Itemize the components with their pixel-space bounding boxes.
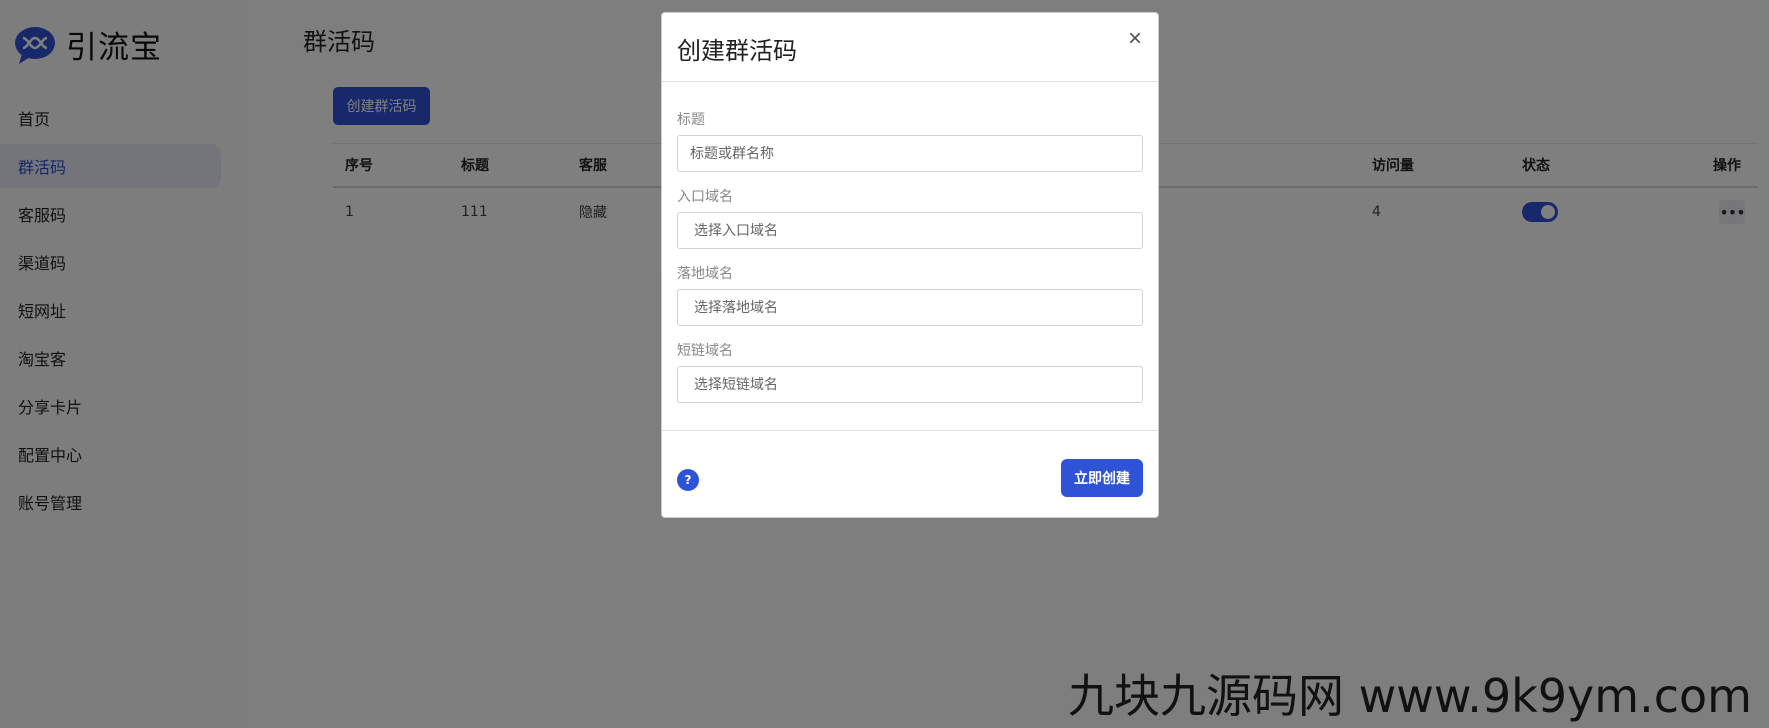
form-group-entry-domain: 入口域名 <box>677 189 1143 266</box>
short-domain-select[interactable] <box>677 366 1143 403</box>
modal-footer: ? 立即创建 <box>662 430 1158 518</box>
help-icon[interactable]: ? <box>677 469 699 491</box>
landing-domain-select[interactable] <box>677 289 1143 326</box>
title-input[interactable] <box>677 135 1143 172</box>
short-domain-label: 短链域名 <box>677 343 733 359</box>
entry-domain-select[interactable] <box>677 212 1143 249</box>
modal-header: 创建群活码 × <box>662 13 1158 82</box>
title-label: 标题 <box>677 112 705 128</box>
create-now-button[interactable]: 立即创建 <box>1061 459 1143 497</box>
entry-domain-label: 入口域名 <box>677 189 733 205</box>
form-group-short-domain: 短链域名 <box>677 343 1143 420</box>
landing-domain-label: 落地域名 <box>677 266 733 282</box>
modal-body: 标题 入口域名 落地域名 短链域名 <box>677 112 1143 420</box>
form-group-landing-domain: 落地域名 <box>677 266 1143 343</box>
modal-title: 创建群活码 <box>677 37 797 65</box>
form-group-title: 标题 <box>677 112 1143 189</box>
close-icon[interactable]: × <box>1128 27 1142 51</box>
watermark-text: 九块九源码网 www.9k9ym.com <box>1068 669 1752 723</box>
create-group-qr-modal: 创建群活码 × 标题 入口域名 落地域名 短链域名 ? 立即创建 <box>661 12 1159 518</box>
app-root: 引流宝 首页 群活码 客服码 渠道码 短网址 淘宝客 分享卡片 配置中心 账号管… <box>0 0 1769 728</box>
